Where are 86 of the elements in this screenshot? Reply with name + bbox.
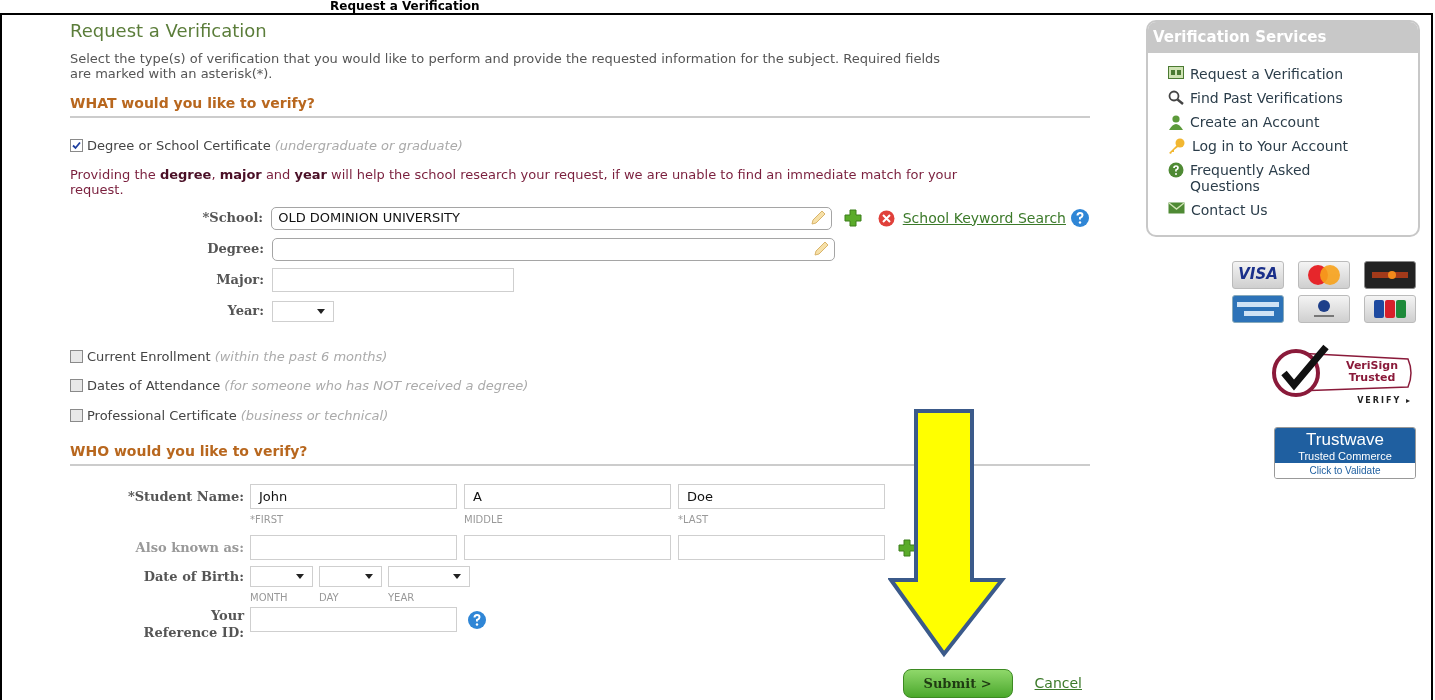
seal-text: VeriSign	[1346, 359, 1398, 372]
card-logo	[1232, 294, 1284, 323]
keyword-search-link[interactable]: School Keyword Search	[902, 207, 1066, 229]
field-label: Major:	[215, 271, 265, 290]
section-heading: WHAT would you like to verify?	[70, 94, 316, 113]
cancel-link[interactable]: Cancel	[1034, 673, 1082, 694]
sidebar-link[interactable]: Contact Us	[1168, 201, 1398, 218]
card-logo	[1364, 294, 1416, 323]
option-hint: (business or technical)	[240, 406, 389, 425]
field-caption: *FIRST	[250, 513, 285, 527]
card-logo	[1364, 260, 1416, 289]
checkmark-icon	[72, 141, 81, 151]
person-icon	[1168, 113, 1184, 130]
input-field[interactable]: John	[250, 484, 457, 509]
select-field[interactable]	[319, 566, 382, 587]
input-field[interactable]	[464, 535, 671, 560]
advice-text: Providing the degree, major and year will help the school research your request, if we are unable to find an immediate match for your request.	[70, 166, 959, 197]
select-field[interactable]	[388, 566, 470, 587]
checkbox[interactable]	[70, 139, 83, 153]
input-field[interactable]	[678, 535, 885, 560]
input-field[interactable]	[250, 535, 457, 560]
sidebar-link[interactable]: Frequently Asked Questions	[1168, 161, 1398, 194]
input-field[interactable]	[250, 607, 457, 632]
field-label: *Student Name:	[126, 488, 244, 506]
help-icon	[1168, 161, 1184, 178]
option-label: Current Enrollment	[87, 347, 211, 366]
plus-icon[interactable]	[843, 209, 862, 227]
page-title: Request a Verification	[70, 20, 268, 42]
field-caption: MONTH	[250, 591, 289, 605]
seal-text: Trusted	[1348, 371, 1396, 384]
option-hint: (within the past 6 months)	[214, 347, 388, 366]
option-hint: (for someone who has NOT received a degree)	[224, 377, 529, 395]
field-caption: YEAR	[388, 591, 416, 605]
card-logo	[1298, 260, 1350, 289]
caret-icon	[296, 574, 304, 579]
submit-button[interactable]: Submit >	[902, 669, 1013, 698]
envelope-icon	[1168, 201, 1185, 214]
badge-subtitle: Trusted Commerce	[1298, 449, 1392, 463]
option-label: Degree or School Certificate	[87, 137, 271, 155]
intro-text: Select the type(s) of verification that you would like to perform and provide the requested information for the subject. Required fields are marked with an asterisk(*).	[70, 51, 942, 81]
verify-link[interactable]: VERIFY ▸	[1357, 394, 1412, 407]
sidebar-link[interactable]: Find Past Verifications	[1168, 89, 1398, 106]
sidebar-link[interactable]: Log in to Your Account	[1168, 137, 1398, 154]
remove-icon[interactable]	[877, 209, 895, 227]
option-label: Dates of Attendance	[87, 377, 221, 395]
select-field[interactable]	[250, 566, 313, 587]
caret-icon	[453, 574, 461, 579]
help-icon[interactable]	[467, 609, 487, 630]
section-heading: WHO would you like to verify?	[70, 442, 309, 461]
option-label: Professional Certificate	[87, 406, 237, 425]
field-label: Year:	[226, 302, 265, 321]
field-label: Date of Birth:	[142, 568, 244, 586]
field-label: Degree:	[206, 240, 265, 259]
lookup-field[interactable]: OLD DOMINION UNIVERSITY	[271, 206, 832, 230]
field-label: Your Reference ID:	[142, 607, 244, 641]
key-icon	[1168, 137, 1186, 154]
checkbox[interactable]	[70, 379, 83, 393]
plus-icon[interactable]	[898, 538, 916, 557]
field-caption: *LAST	[678, 513, 710, 527]
trustwave-badge[interactable]: Trustwave Trusted Commerce Click to Validate	[1274, 426, 1416, 479]
caret-icon	[317, 308, 325, 314]
option-hint: (undergraduate or graduate)	[274, 137, 463, 155]
sidebar-link[interactable]: Create an Account	[1168, 113, 1398, 130]
input-field[interactable]: A	[464, 484, 671, 509]
pencil-icon	[812, 240, 830, 258]
caret-icon	[365, 574, 373, 579]
field-value: OLD DOMINION UNIVERSITY	[278, 209, 461, 228]
input-field[interactable]	[272, 268, 514, 292]
field-label: *School:	[201, 209, 265, 228]
card-logo	[1298, 294, 1350, 323]
visa-logo: VISA	[1232, 260, 1284, 289]
help-icon[interactable]	[1070, 208, 1090, 228]
badge-title: Trustwave	[1306, 429, 1384, 450]
field-caption: DAY	[319, 591, 340, 605]
form-icon	[1168, 65, 1184, 79]
search-icon	[1168, 89, 1184, 106]
input-field[interactable]: Doe	[678, 484, 885, 509]
banner-title: Request a Verification	[330, 0, 480, 12]
select-field[interactable]	[272, 300, 334, 322]
field-label: Also known as:	[134, 539, 244, 557]
sidebar-link[interactable]: Request a Verification	[1168, 65, 1398, 82]
field-caption: MIDDLE	[464, 513, 504, 527]
checkbox[interactable]	[70, 408, 83, 422]
checkbox[interactable]	[70, 349, 83, 363]
pencil-icon	[808, 209, 827, 227]
lookup-field[interactable]	[272, 237, 835, 261]
